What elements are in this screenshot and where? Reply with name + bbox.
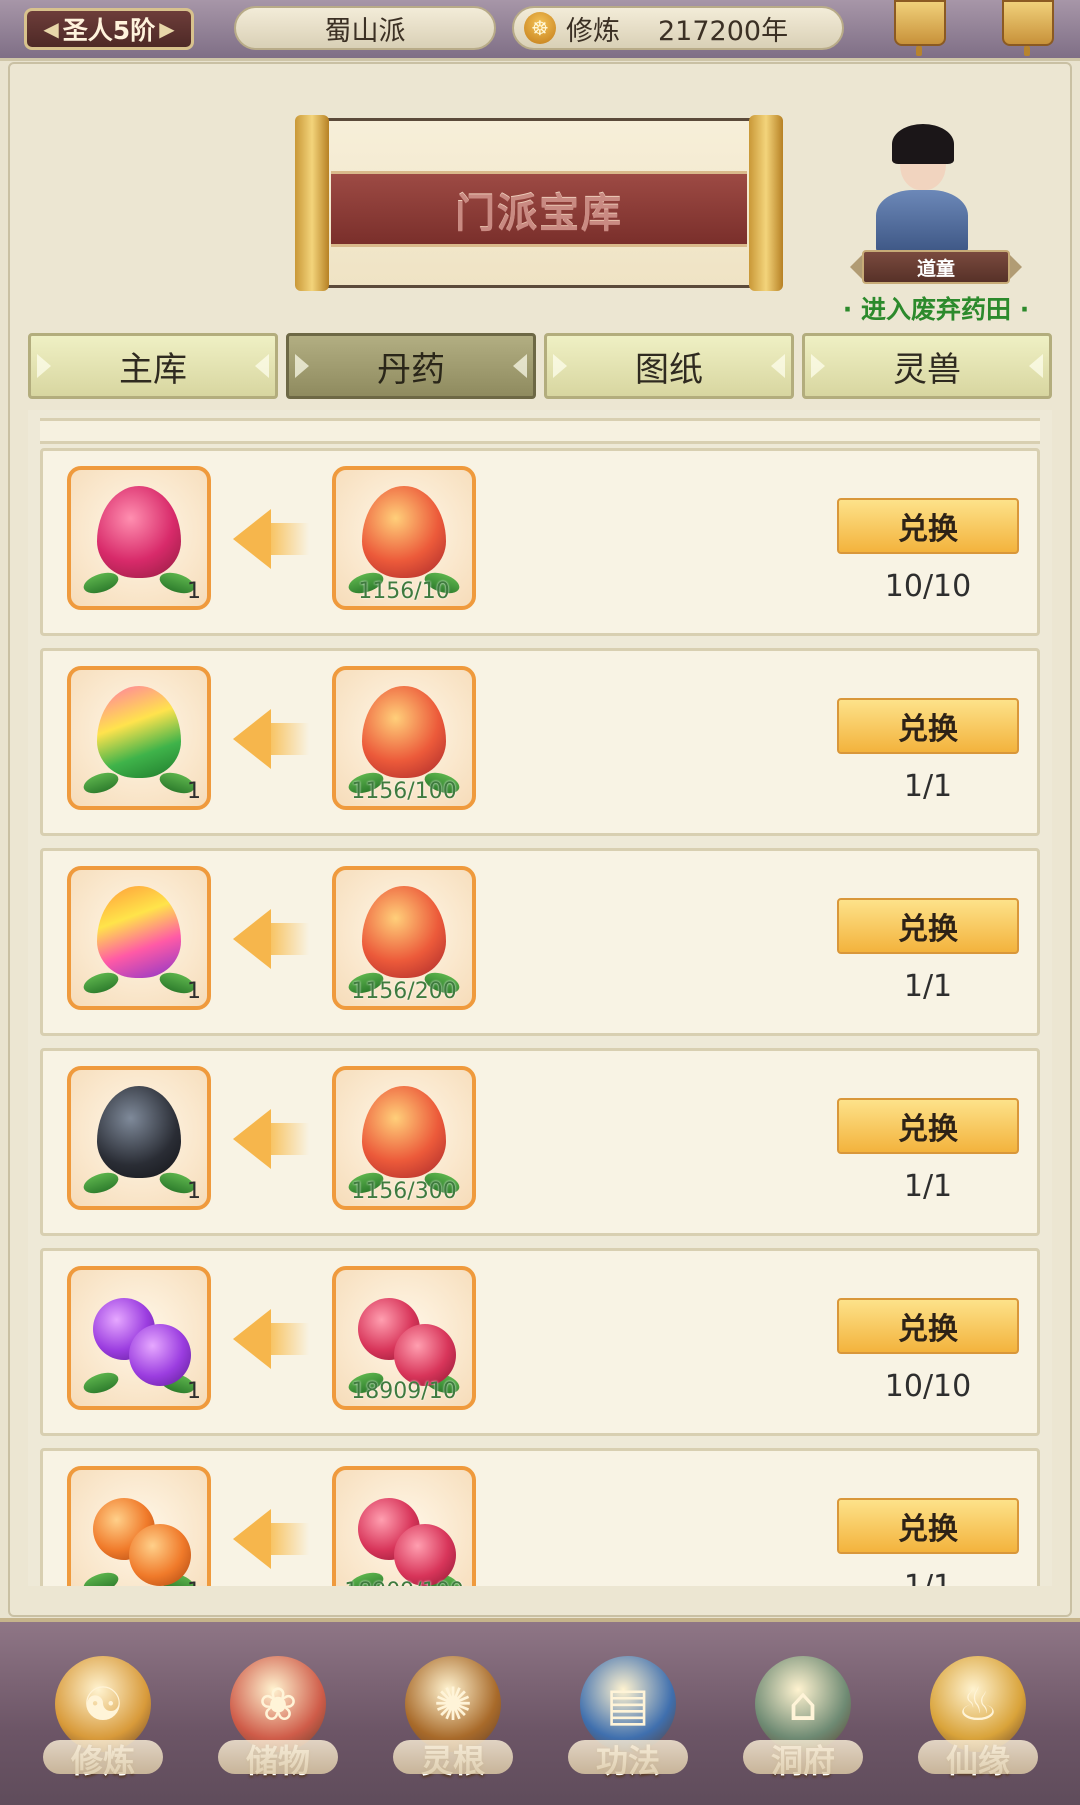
cloud-ornament: [743, 1740, 863, 1774]
cost-item-slot[interactable]: 1156/300: [332, 1066, 476, 1210]
arrow-left-icon: [233, 509, 313, 569]
cloud-ornament: [43, 1740, 163, 1774]
exchange-button[interactable]: 兑换: [837, 898, 1019, 954]
right-ornament-icon: ▶: [159, 17, 175, 41]
nav-item-cultivate[interactable]: ☯ 修炼: [28, 1656, 178, 1802]
nav-item-bag[interactable]: ❀ 储物: [203, 1656, 353, 1802]
arrow-left-icon: [233, 1309, 313, 1369]
exchange-limit: 1/1: [903, 1169, 953, 1204]
bottom-navigation: ☯ 修炼 ❀ 储物 ✺ 灵根 ▤ 功法 ⌂ 洞府 ♨ 仙缘: [0, 1618, 1080, 1805]
cultivation-label: 修炼: [566, 15, 620, 47]
tab-blueprints[interactable]: 图纸: [544, 333, 794, 399]
category-tabs: 主库 丹药 图纸 灵兽: [28, 333, 1052, 399]
exchange-list[interactable]: 1 1156/10 兑换 10/10 1 1156/100 兑换 1/1 1 1…: [28, 410, 1052, 1586]
exchange-limit: 1/1: [903, 969, 953, 1004]
cost-ratio: 1156/200: [351, 979, 457, 1004]
exchange-row: 1 1156/200 兑换 1/1: [40, 848, 1040, 1036]
cost-item-slot[interactable]: 18909/100: [332, 1466, 476, 1586]
reward-item-slot[interactable]: 1: [67, 866, 211, 1010]
tab-spirit-beasts[interactable]: 灵兽: [802, 333, 1052, 399]
arrow-left-icon: [233, 1109, 313, 1169]
left-ornament-icon: ◀: [43, 17, 59, 41]
sect-name[interactable]: 蜀山派: [234, 6, 496, 50]
nav-item-spirit-root[interactable]: ✺ 灵根: [378, 1656, 528, 1802]
cultivation-display[interactable]: ☸ 修炼 217200年: [512, 6, 844, 50]
exchange-button[interactable]: 兑换: [837, 698, 1019, 754]
reward-count: 1: [187, 1179, 201, 1204]
scroll-end-icon: [749, 115, 783, 291]
exchange-row: 1 1156/100 兑换 1/1: [40, 648, 1040, 836]
tab-pills[interactable]: 丹药: [286, 333, 536, 399]
arrow-left-icon: [233, 709, 313, 769]
rank-badge[interactable]: ◀ 圣人5阶 ▶: [24, 8, 194, 50]
exchange-button[interactable]: 兑换: [837, 1298, 1019, 1354]
exchange-limit: 10/10: [884, 569, 972, 604]
reward-item-slot[interactable]: 1: [67, 466, 211, 610]
exchange-row: 1 1156/300 兑换 1/1: [40, 1048, 1040, 1236]
cloud-ornament: [218, 1740, 338, 1774]
exchange-row: 1 18909/10 兑换 10/10: [40, 1248, 1040, 1436]
character-name: 道童: [862, 250, 1010, 284]
lantern-icon[interactable]: [1002, 0, 1054, 56]
reward-item-slot[interactable]: 1: [67, 1266, 211, 1410]
nav-item-book[interactable]: ▤ 功法: [553, 1656, 703, 1802]
lantern-icon[interactable]: [894, 0, 946, 56]
cost-ratio: 1156/100: [351, 779, 457, 804]
arrow-left-icon: [233, 909, 313, 969]
arrow-left-icon: [233, 1509, 313, 1569]
nav-item-cave-house[interactable]: ⌂ 洞府: [728, 1656, 878, 1802]
nav-item-gourd[interactable]: ♨ 仙缘: [903, 1656, 1053, 1802]
title-banner: 门派宝库: [295, 115, 783, 291]
cultivation-value: 217200年: [658, 15, 789, 47]
tab-main-store[interactable]: 主库: [28, 333, 278, 399]
cost-ratio: 18909/10: [351, 1379, 457, 1404]
character-avatar[interactable]: [862, 124, 982, 254]
cost-item-slot[interactable]: 1156/100: [332, 666, 476, 810]
meditation-icon: ☸: [524, 12, 556, 44]
cost-ratio: 1156/10: [358, 579, 450, 604]
reward-count: 1: [187, 579, 201, 604]
exchange-button[interactable]: 兑换: [837, 498, 1019, 554]
reward-item-slot[interactable]: 1: [67, 666, 211, 810]
cost-item-slot[interactable]: 1156/10: [332, 466, 476, 610]
reward-count: 1: [187, 1379, 201, 1404]
reward-count: 1: [187, 979, 201, 1004]
cloud-ornament: [568, 1740, 688, 1774]
cloud-ornament: [918, 1740, 1038, 1774]
scroll-end-icon: [295, 115, 329, 291]
top-status-bar: ◀ 圣人5阶 ▶ 蜀山派 ☸ 修炼 217200年: [0, 0, 1080, 61]
page-title: 门派宝库: [455, 180, 623, 238]
exchange-row: 1 1156/10 兑换 10/10: [40, 448, 1040, 636]
exchange-limit: 1/1: [837, 1569, 1019, 1586]
exchange-button[interactable]: 兑换: [837, 1498, 1019, 1554]
reward-item-slot[interactable]: 1: [67, 1066, 211, 1210]
reward-item-slot[interactable]: 1: [67, 1466, 211, 1586]
exchange-limit: 1/1: [903, 769, 953, 804]
reward-count: 1: [187, 1579, 201, 1586]
cost-item-slot[interactable]: 18909/10: [332, 1266, 476, 1410]
cloud-ornament: [393, 1740, 513, 1774]
exchange-row: 1 18909/100 兑换 1/1: [40, 1448, 1040, 1586]
exchange-button[interactable]: 兑换: [837, 1098, 1019, 1154]
exchange-limit: 10/10: [884, 1369, 972, 1404]
enter-garden-link[interactable]: · 进入废弃药田 ·: [826, 290, 1046, 324]
cost-item-slot[interactable]: 1156/200: [332, 866, 476, 1010]
reward-count: 1: [187, 779, 201, 804]
cost-ratio: 1156/300: [351, 1179, 457, 1204]
cost-ratio: 18909/100: [336, 1579, 472, 1586]
character-nameplate: 道童: [838, 250, 1034, 284]
rank-label: 圣人5阶: [62, 16, 156, 45]
